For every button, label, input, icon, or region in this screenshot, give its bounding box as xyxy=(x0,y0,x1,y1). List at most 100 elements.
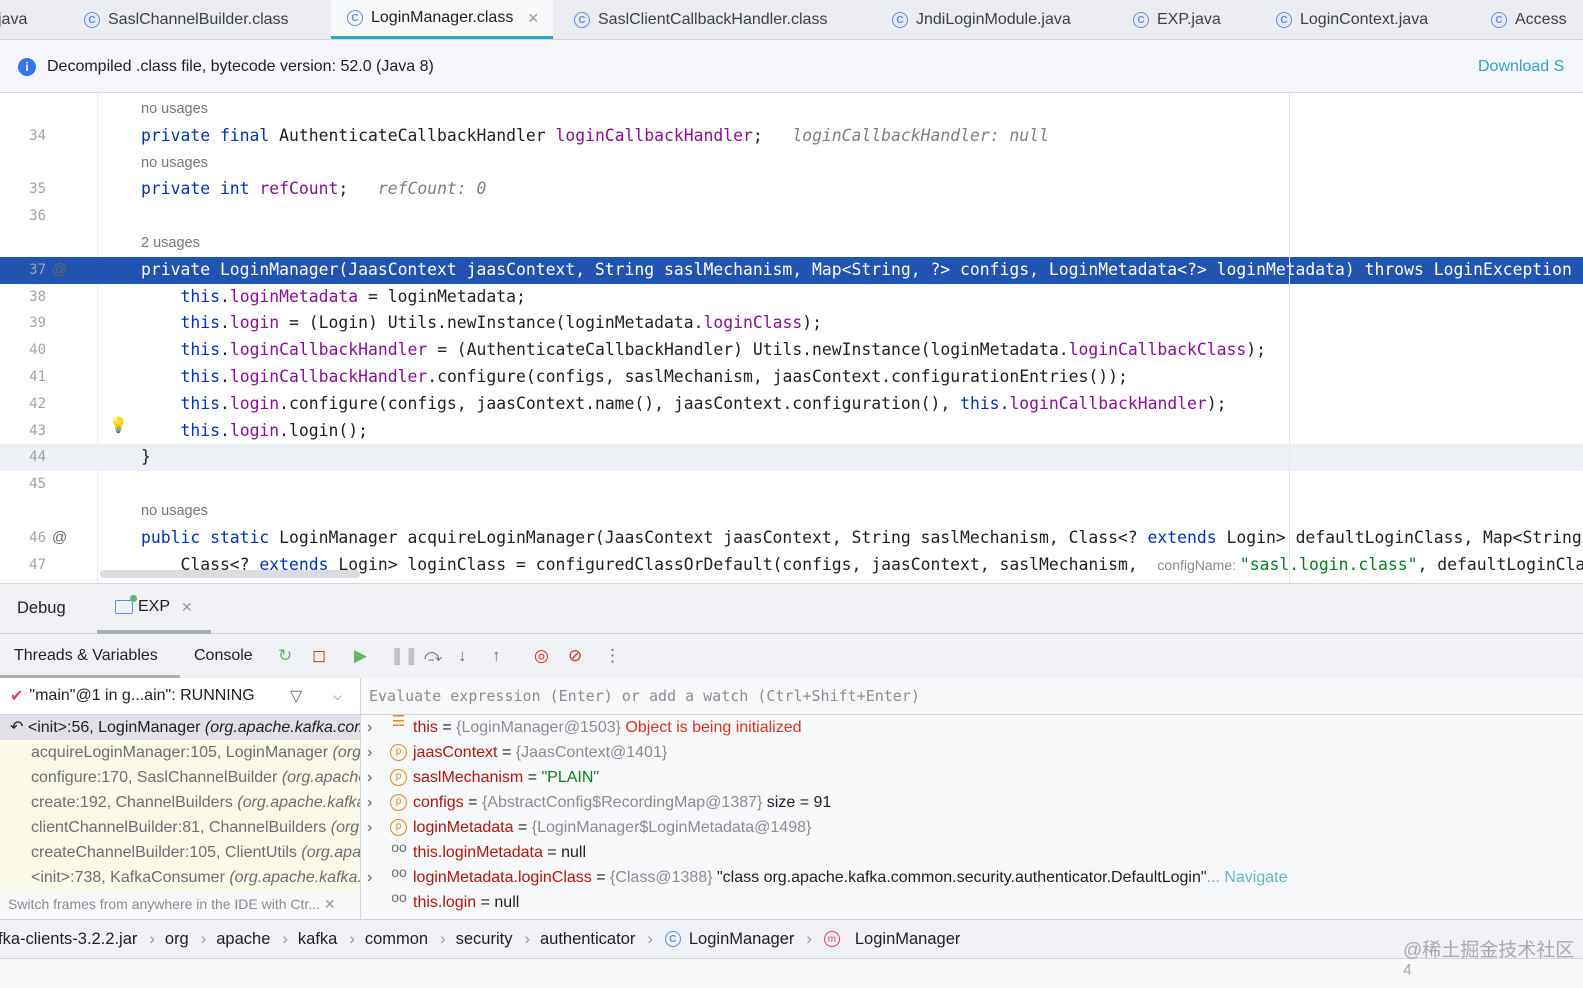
stack-frame[interactable]: create:192, ChannelBuilders (org.apache.… xyxy=(0,790,360,815)
breadcrumb-item[interactable]: authenticator xyxy=(540,930,635,949)
stack-frame[interactable]: <init>:738, KafkaConsumer (org.apache.ka… xyxy=(0,865,360,890)
close-icon[interactable]: ✕ xyxy=(527,10,539,27)
tab-saslclientcallbackhandler-class[interactable]: C SaslClientCallbackHandler.class xyxy=(574,0,827,39)
code-editor[interactable]: no usages 34 private final AuthenticateCal… xyxy=(0,93,1583,583)
expand-chevron-icon[interactable]: › xyxy=(367,765,372,790)
breadcrumb-item[interactable]: LoginManager xyxy=(689,930,795,949)
download-sources-link[interactable]: Download S xyxy=(1478,58,1564,76)
close-icon[interactable]: ✕ xyxy=(324,896,336,912)
code-token: private LoginManager(JaasContext jaasCon… xyxy=(141,259,1583,279)
code-line[interactable]: 42 this.login.configure(configs, jaasCon… xyxy=(0,391,1583,418)
filter-icon[interactable]: ▽ xyxy=(290,686,302,706)
variable-row[interactable]: oo this.loginMetadata = null xyxy=(361,840,1583,865)
variable-row[interactable]: › p loginMetadata = {LoginManager$LoginMet… xyxy=(361,815,1583,840)
mute-breakpoints-icon[interactable]: ⊘ xyxy=(568,646,582,666)
watermark: @稀土掘金技术社区4 xyxy=(1403,935,1583,988)
variable-row[interactable]: › p configs = {AbstractConfig$RecordingMap… xyxy=(361,790,1583,815)
tab-threads-variables[interactable]: Threads & Variables xyxy=(0,634,180,678)
stack-frame[interactable]: createChannelBuilder:105, ClientUtils (o… xyxy=(0,840,360,865)
resume-icon[interactable]: ▶︎ xyxy=(354,646,367,666)
thread-selector[interactable]: ✔ "main"@1 in g...ain": RUNNING ▽ ⌵ xyxy=(0,678,360,715)
line-number: 42 xyxy=(29,395,46,412)
code-token: = loginMetadata; xyxy=(358,286,526,306)
expand-chevron-icon[interactable]: › xyxy=(367,815,372,840)
code-token: loginCallbackClass xyxy=(1068,340,1247,360)
tab-logincontext-java[interactable]: C LoginContext.java xyxy=(1276,0,1428,39)
code-text: private int refCount; refCount: 0 xyxy=(141,176,486,203)
code-text: no usages xyxy=(141,498,208,525)
breadcrumb-item[interactable]: fka-clients-3.2.2.jar xyxy=(0,930,137,949)
code-line[interactable]: 46 @ public static LoginManager acquireLog… xyxy=(0,525,1583,552)
code-line[interactable]: 44} xyxy=(0,444,1583,472)
run-config-icon xyxy=(115,595,137,614)
annotation-icon[interactable]: @ xyxy=(52,525,67,552)
step-out-icon[interactable]: ↑ xyxy=(492,646,501,666)
class-icon: C xyxy=(347,10,363,26)
breadcrumb-item[interactable]: LoginManager xyxy=(855,930,961,949)
step-over-icon[interactable]: ⤼ xyxy=(424,646,442,666)
variable-row[interactable]: › ☰ this = {LoginManager@1503} Object is b… xyxy=(361,714,1583,740)
code-text: this.loginCallbackHandler.configure(conf… xyxy=(141,364,1127,391)
navigate-link[interactable]: ... Navigate xyxy=(1207,869,1288,886)
code-line[interactable]: 36 xyxy=(0,203,1583,230)
pause-icon[interactable]: ❚❚ xyxy=(390,646,419,666)
code-line[interactable]: 38 this.loginMetadata = loginMetadata; xyxy=(0,284,1583,311)
breadcrumb-item[interactable]: org xyxy=(165,930,189,949)
code-token: private int xyxy=(141,179,260,199)
breadcrumb-item[interactable]: apache xyxy=(216,930,270,949)
expand-chevron-icon[interactable]: › xyxy=(367,865,372,890)
stack-frame[interactable]: ↶ <init>:56, LoginManager (org.apache.ka… xyxy=(0,715,360,740)
variable-name: this.login xyxy=(413,894,477,911)
tab-saslchannelbuilder-class[interactable]: C SaslChannelBuilder.class xyxy=(84,0,289,39)
tab-exp-java[interactable]: C EXP.java xyxy=(1133,0,1221,39)
variable-row[interactable]: › p saslMechanism = "PLAIN" xyxy=(361,765,1583,790)
breadcrumb-item[interactable]: kafka xyxy=(298,930,337,949)
code-token: this xyxy=(141,286,220,306)
lightbulb-icon[interactable]: 💡 xyxy=(109,416,128,434)
debug-session-tab[interactable]: EXP ✕ xyxy=(97,584,211,634)
variable-row[interactable]: oo this.login = null xyxy=(361,890,1583,915)
expand-chevron-icon[interactable]: › xyxy=(367,715,372,740)
code-line[interactable]: 41 this.loginCallbackHandler.configure(c… xyxy=(0,364,1583,391)
variable-extra: size = 91 xyxy=(762,794,832,811)
horizontal-scrollbar[interactable] xyxy=(100,570,360,578)
code-line[interactable]: 37 @ private LoginManager(JaasContext jaas… xyxy=(0,256,1583,284)
code-line[interactable]: 40 this.loginCallbackHandler = (Authenti… xyxy=(0,337,1583,364)
code-token: refCount: 0 xyxy=(377,179,487,199)
close-icon[interactable]: ✕ xyxy=(181,599,193,616)
view-breakpoints-icon[interactable]: ◎ xyxy=(534,646,549,666)
rerun-icon[interactable]: ↻ xyxy=(278,646,292,666)
tab-java[interactable]: java xyxy=(0,0,27,39)
stop-icon[interactable]: ◻ xyxy=(312,646,326,666)
code-line[interactable]: 39 this.login = (Login) Utils.newInstanc… xyxy=(0,310,1583,337)
code-line[interactable]: 43 this.login.login(); xyxy=(0,418,1583,445)
code-token: ); xyxy=(1246,340,1266,360)
line-number: 44 xyxy=(29,449,46,466)
stack-frame[interactable]: acquireLoginManager:105, LoginManager (o… xyxy=(0,740,360,765)
tab-jndiloginmodule-java[interactable]: C JndiLoginModule.java xyxy=(892,0,1071,39)
tab-console[interactable]: Console xyxy=(194,634,253,678)
chevron-down-icon[interactable]: ⌵ xyxy=(333,689,342,704)
step-into-icon[interactable]: ↓ xyxy=(458,646,467,666)
code-text: this.login = (Login) Utils.newInstance(l… xyxy=(141,310,822,337)
stack-frame[interactable]: clientChannelBuilder:81, ChannelBuilders… xyxy=(0,815,360,840)
annotation-icon[interactable]: @ xyxy=(52,257,67,284)
code-line[interactable]: 45 xyxy=(0,471,1583,498)
expand-chevron-icon[interactable]: › xyxy=(367,740,372,765)
evaluate-expression-input[interactable]: Evaluate expression (Enter) or add a wat… xyxy=(360,678,1583,715)
variable-name: loginMetadata xyxy=(413,819,514,836)
tab-loginmanager-class[interactable]: C LoginManager.class ✕ xyxy=(331,0,554,39)
variable-row[interactable]: › oo loginMetadata.loginClass = {Class@138… xyxy=(361,865,1583,890)
line-number: 45 xyxy=(29,476,46,493)
stack-frame[interactable]: configure:170, SaslChannelBuilder (org.a… xyxy=(0,765,360,790)
more-icon[interactable]: ⋮ xyxy=(604,646,621,666)
code-text: private LoginManager(JaasContext jaasCon… xyxy=(141,257,1583,284)
expand-chevron-icon[interactable]: › xyxy=(367,790,372,815)
variable-row[interactable]: › p jaasContext = {JaasContext@1401} xyxy=(361,740,1583,765)
code-line[interactable]: 35 private int refCount; refCount: 0 xyxy=(0,176,1583,203)
breadcrumb-item[interactable]: common xyxy=(365,930,428,949)
parameter-icon: p xyxy=(390,744,407,761)
breadcrumb-item[interactable]: security xyxy=(456,930,513,949)
tab-access[interactable]: C Access xyxy=(1491,0,1567,39)
code-line[interactable]: 34 private final AuthenticateCallbackHand… xyxy=(0,123,1583,150)
